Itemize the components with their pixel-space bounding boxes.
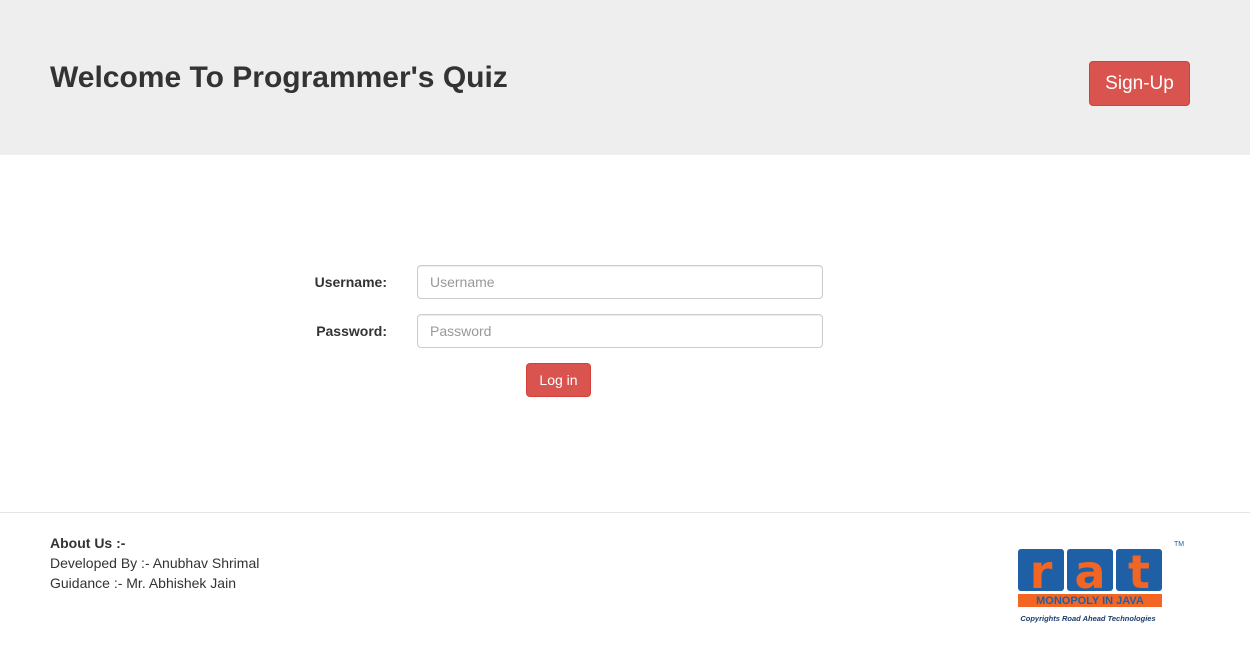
logo-copyright: Copyrights Road Ahead Technologies	[1020, 614, 1155, 623]
logo-letter-a: a	[1074, 545, 1105, 599]
page-title: Welcome To Programmer's Quiz	[50, 61, 508, 94]
guidance-text: Guidance :- Mr. Abhishek Jain	[50, 575, 236, 591]
username-row: Username:	[0, 265, 1250, 299]
logo-trademark: TM	[1174, 541, 1184, 548]
password-row: Password:	[0, 314, 1250, 348]
page-header: Welcome To Programmer's Quiz Sign-Up	[0, 0, 1250, 155]
password-label: Password:	[316, 323, 387, 339]
username-input[interactable]	[417, 265, 823, 299]
sign-up-button[interactable]: Sign-Up	[1089, 61, 1190, 106]
username-label: Username:	[314, 274, 387, 290]
logo-tagline: MONOPOLY IN JAVA	[1036, 595, 1144, 607]
logo-letter-t: t	[1128, 545, 1150, 599]
about-title: About Us :-	[50, 535, 126, 551]
about-section: About Us :- Developed By :- Anubhav Shri…	[50, 533, 259, 593]
rat-logo-graphic: r a t MONOPOLY IN JAVA TM Copyrights Roa…	[1018, 541, 1184, 623]
developed-by-text: Developed By :- Anubhav Shrimal	[50, 555, 260, 571]
password-input[interactable]	[417, 314, 823, 348]
footer-divider	[0, 512, 1250, 513]
logo-letter-r: r	[1030, 545, 1053, 599]
login-button[interactable]: Log in	[526, 363, 591, 397]
rat-logo: r a t MONOPOLY IN JAVA TM Copyrights Roa…	[1016, 537, 1196, 627]
